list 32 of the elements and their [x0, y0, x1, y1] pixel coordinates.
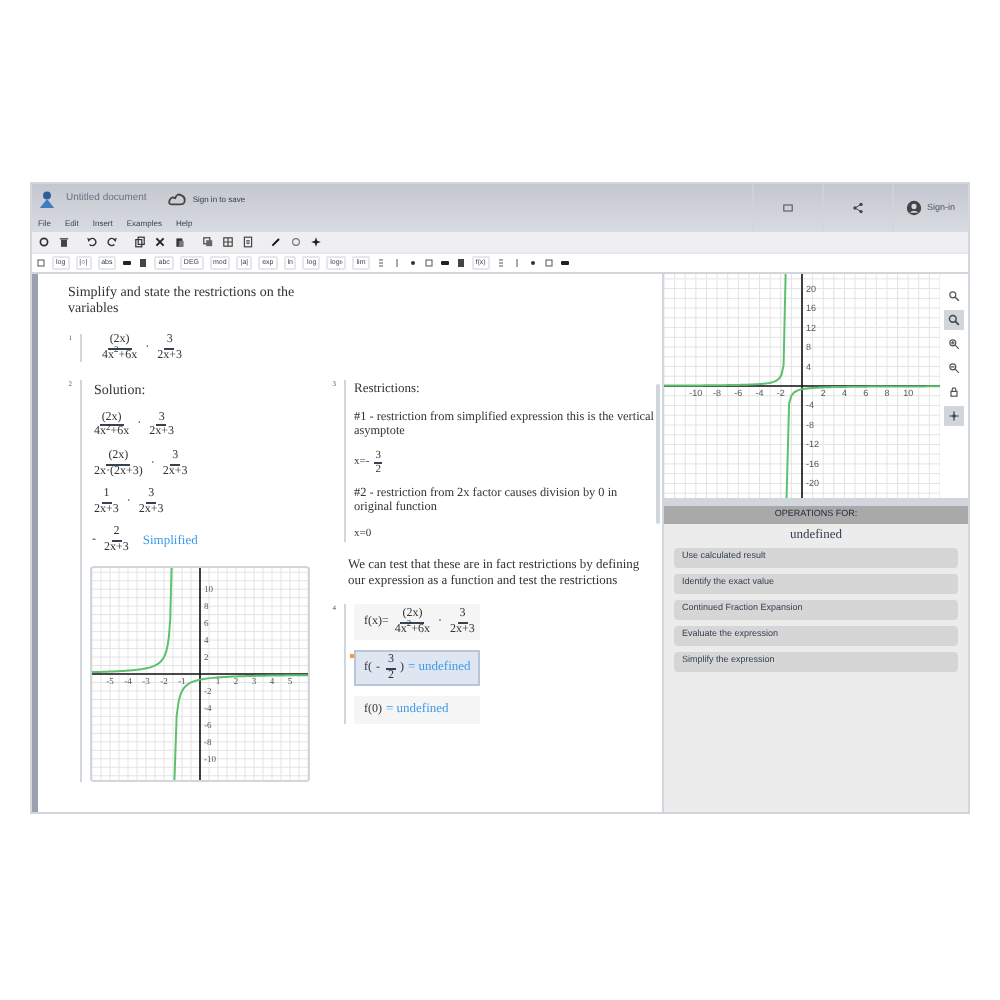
redo-icon[interactable] [106, 236, 118, 248]
user-icon [906, 200, 923, 216]
trash-icon[interactable] [58, 236, 70, 248]
graph-tool-button[interactable] [944, 334, 964, 354]
close-icon[interactable] [154, 236, 166, 248]
scrollbar[interactable] [656, 384, 660, 524]
grid-icon[interactable] [222, 236, 234, 248]
pencil-icon[interactable] [270, 236, 282, 248]
zoom-out-icon [948, 362, 960, 374]
cloud-icon [168, 190, 187, 208]
marker-icon [350, 654, 354, 659]
tablet-icon [782, 202, 794, 214]
document-icon[interactable] [242, 236, 254, 248]
app-logo-icon [38, 190, 56, 208]
settings-icon[interactable] [38, 236, 50, 248]
graph-tool-button[interactable] [944, 382, 964, 402]
graph-tool-button[interactable] [944, 286, 964, 306]
zoom-in-icon [948, 314, 960, 326]
lock-icon [948, 386, 960, 398]
copy-icon[interactable] [134, 236, 146, 248]
circle-icon[interactable] [290, 236, 302, 248]
paste-icon[interactable] [174, 236, 186, 248]
zoom-in-icon [948, 338, 960, 350]
star-icon[interactable] [310, 236, 322, 248]
undo-icon[interactable] [86, 236, 98, 248]
share-icon [852, 202, 864, 214]
graph-tool-button[interactable] [944, 406, 964, 426]
move-icon [948, 410, 960, 422]
duplicate-icon[interactable] [202, 236, 214, 248]
graph-tool-button[interactable] [944, 358, 964, 378]
graph-tool-button[interactable] [944, 310, 964, 330]
zoom-icon [948, 290, 960, 302]
